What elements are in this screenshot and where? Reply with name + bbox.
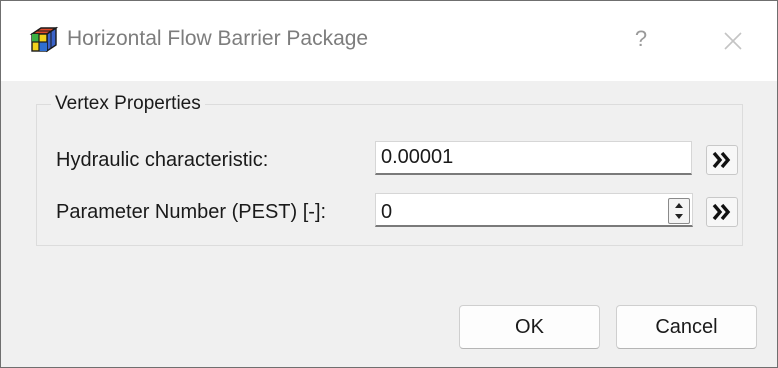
close-icon[interactable]: [715, 23, 751, 59]
cube-icon: [29, 26, 59, 53]
cancel-button[interactable]: Cancel: [616, 305, 757, 349]
window-title: Horizontal Flow Barrier Package: [67, 27, 369, 50]
hydraulic-characteristic-input[interactable]: [375, 141, 692, 175]
parameter-number-input[interactable]: [376, 194, 666, 230]
ok-button[interactable]: OK: [459, 305, 600, 349]
double-chevron-right-icon: [712, 203, 731, 221]
spin-up-icon[interactable]: [669, 199, 689, 211]
title-bar: Horizontal Flow Barrier Package ?: [1, 1, 777, 81]
parameter-number-action-button[interactable]: [706, 197, 738, 227]
spin-down-icon[interactable]: [669, 211, 689, 223]
group-title: Vertex Properties: [51, 93, 205, 115]
parameter-number-spinner: [375, 193, 693, 230]
hydraulic-characteristic-label: Hydraulic characteristic:: [56, 149, 269, 171]
double-chevron-right-icon: [712, 151, 731, 169]
help-button[interactable]: ?: [623, 21, 659, 57]
dialog-window: Horizontal Flow Barrier Package ? Vertex…: [0, 0, 778, 368]
parameter-number-label: Parameter Number (PEST) [-]:: [56, 201, 327, 223]
hydraulic-characteristic-action-button[interactable]: [706, 145, 738, 175]
spin-buttons: [668, 198, 690, 224]
